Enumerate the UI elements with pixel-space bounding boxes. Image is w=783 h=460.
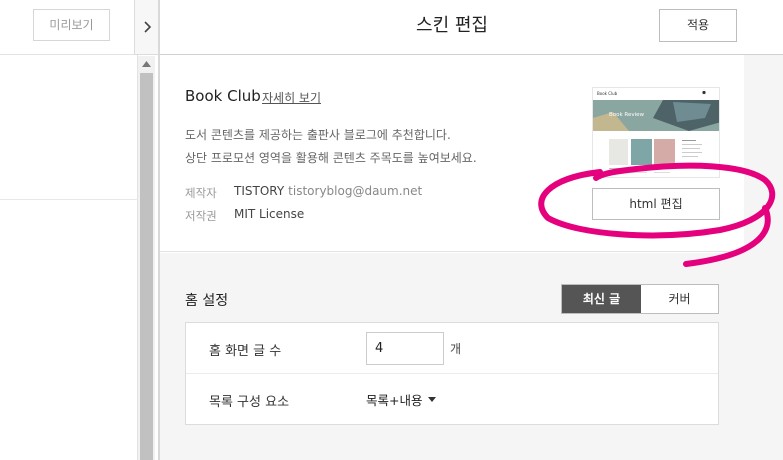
license-label: 저작권 xyxy=(185,209,217,223)
scroll-thumb[interactable] xyxy=(140,73,153,460)
skin-thumbnail: Book Club Book Review xyxy=(592,87,720,178)
tab-recent-posts[interactable]: 최신 글 xyxy=(562,285,641,313)
skin-description-line2: 상단 프로모션 영역을 활용해 콘텐츠 주목도를 높여보세요. xyxy=(185,151,477,165)
skin-info-section: Book Club 자세히 보기 도서 콘텐츠를 제공하는 출판사 블로그에 추… xyxy=(160,56,744,252)
scroll-up-button[interactable] xyxy=(138,56,155,72)
left-toolbar: 미리보기 xyxy=(0,0,138,55)
apply-button[interactable]: 적용 xyxy=(659,9,737,42)
list-components-select[interactable]: 목록+내용 xyxy=(366,390,422,409)
skin-name: Book Club xyxy=(185,87,261,105)
html-edit-button[interactable]: html 편집 xyxy=(592,188,720,220)
home-type-toggle: 최신 글 커버 xyxy=(561,284,719,314)
skin-editor: 스킨 편집 적용 Book Club 자세히 보기 도서 콘텐츠를 제공하는 출… xyxy=(160,0,744,460)
maker-value: TISTORY tistoryblog@daum.net xyxy=(234,184,422,198)
thumbnail-site-title: Book Club xyxy=(597,91,618,96)
post-count-input[interactable] xyxy=(366,332,444,365)
left-pane: 미리보기 xyxy=(0,0,138,460)
right-header-background xyxy=(744,0,783,55)
license-value: MIT License xyxy=(234,207,305,221)
maker-label: 제작자 xyxy=(185,186,217,200)
editor-header: 스킨 편집 적용 xyxy=(160,0,744,55)
maker-name: TISTORY xyxy=(234,184,285,198)
right-background xyxy=(744,0,783,460)
post-count-row: 홈 화면 글 수 개 xyxy=(186,323,718,374)
collapse-panel-button[interactable] xyxy=(134,0,160,55)
home-settings-box: 홈 화면 글 수 개 목록 구성 요소 목록+내용 xyxy=(185,322,719,425)
preview-button[interactable]: 미리보기 xyxy=(33,9,110,41)
home-settings-section: 홈 설정 최신 글 커버 홈 화면 글 수 개 목록 구성 요소 목록+내용 xyxy=(160,253,744,460)
skin-description-line1: 도서 콘텐츠를 제공하는 출판사 블로그에 추천합니다. xyxy=(185,128,451,142)
list-components-label: 목록 구성 요소 xyxy=(209,395,290,410)
post-count-unit: 개 xyxy=(450,342,462,356)
thumbnail-banner-text: Book Review xyxy=(609,112,645,118)
tab-cover[interactable]: 커버 xyxy=(641,285,718,313)
triangle-up-icon xyxy=(142,61,151,67)
maker-email: tistoryblog@daum.net xyxy=(288,184,423,198)
post-count-label: 홈 화면 글 수 xyxy=(209,344,282,359)
home-settings-title: 홈 설정 xyxy=(185,293,229,309)
page-title: 스킨 편집 xyxy=(416,15,488,36)
left-divider xyxy=(0,199,138,200)
scrollbar[interactable] xyxy=(138,56,155,460)
skin-detail-link[interactable]: 자세히 보기 xyxy=(262,89,321,106)
list-components-row: 목록 구성 요소 목록+내용 xyxy=(186,375,718,425)
caret-down-icon[interactable] xyxy=(428,397,436,402)
chevron-right-icon xyxy=(144,21,152,33)
